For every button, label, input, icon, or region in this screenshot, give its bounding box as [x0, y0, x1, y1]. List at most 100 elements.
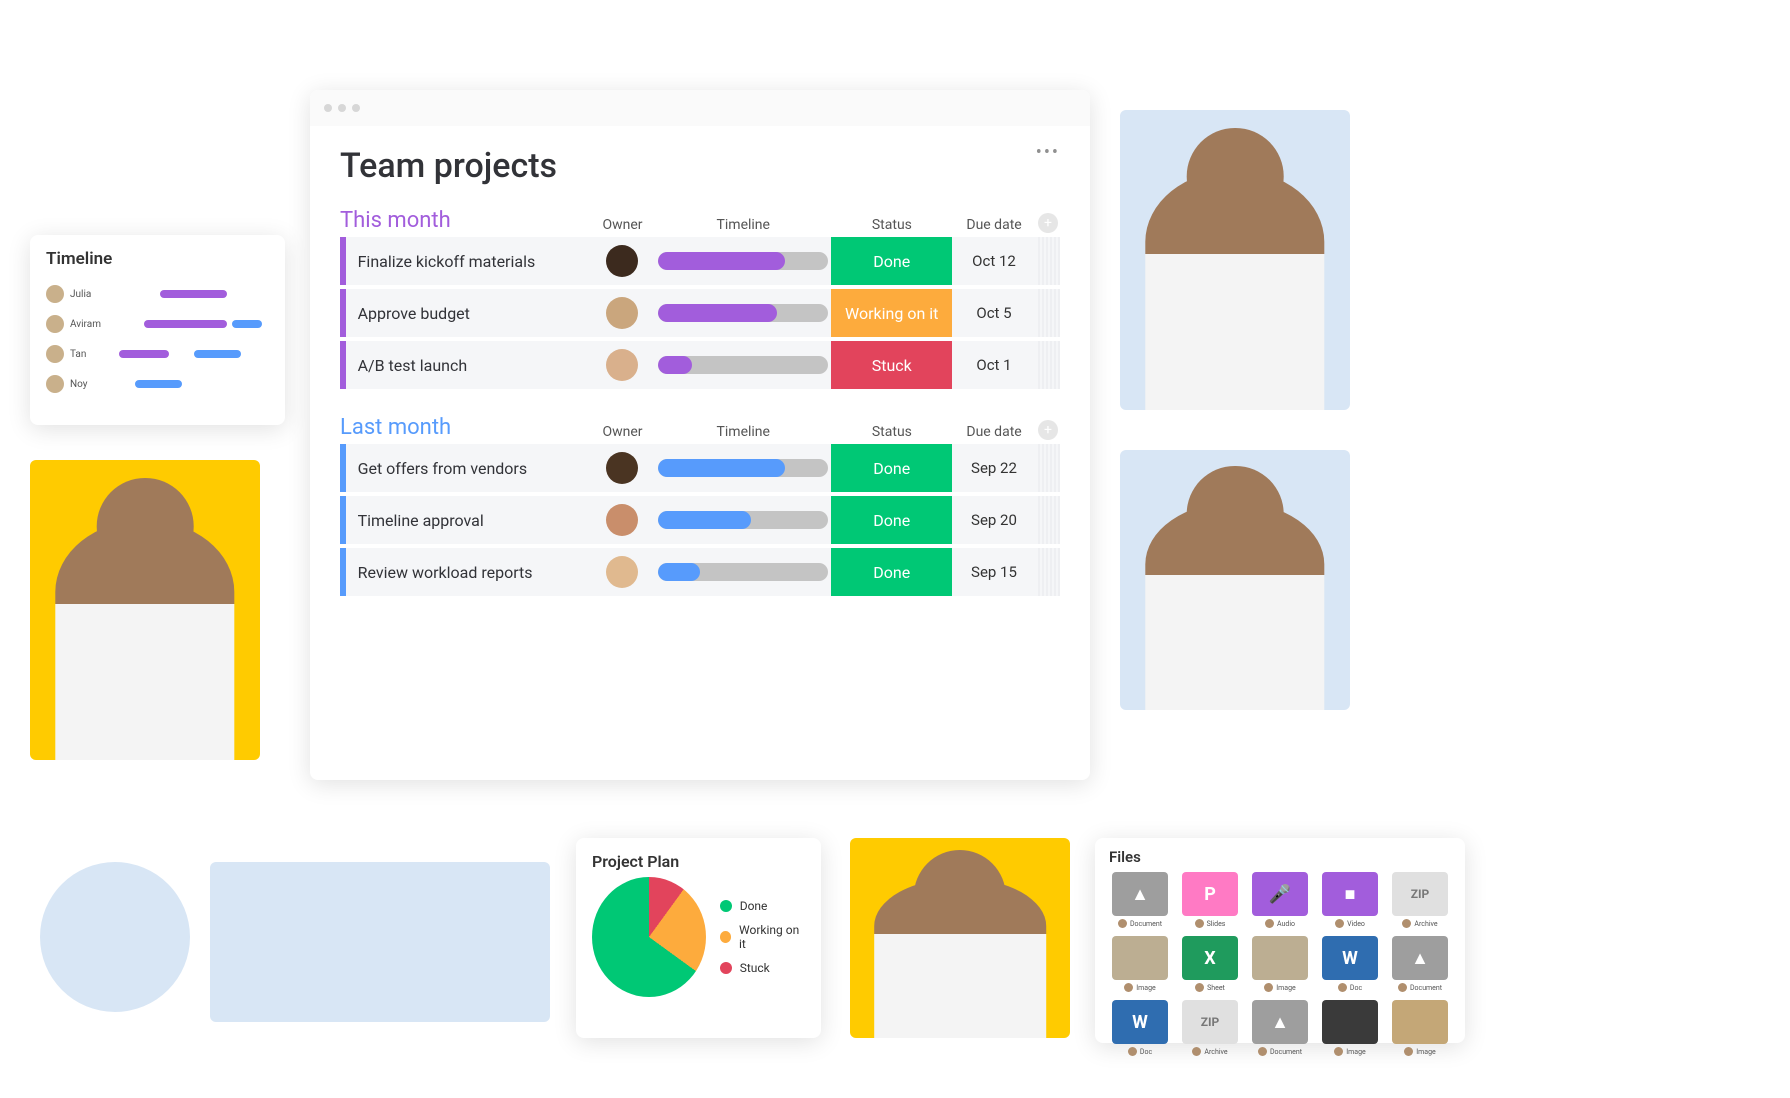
status-cell[interactable]: Done: [831, 548, 952, 596]
file-item[interactable]: ▲ Document: [1109, 872, 1171, 928]
file-meta: Image: [1404, 1047, 1436, 1056]
file-item[interactable]: ZIP Archive: [1389, 872, 1451, 928]
task-row[interactable]: Timeline approval Done Sep 20: [340, 496, 1060, 544]
file-thumbnail: ■: [1322, 872, 1378, 916]
task-name-cell[interactable]: Finalize kickoff materials: [346, 252, 590, 271]
file-item[interactable]: Image: [1319, 1000, 1381, 1056]
progress-bar: [658, 459, 828, 477]
file-item[interactable]: ▲ Document: [1249, 1000, 1311, 1056]
group-title[interactable]: Last month: [340, 415, 590, 440]
progress-fill: [658, 304, 777, 322]
avatar: [606, 349, 638, 381]
timeline-cell[interactable]: [655, 563, 832, 581]
status-cell[interactable]: Done: [831, 444, 952, 492]
task-row[interactable]: Get offers from vendors Done Sep 22: [340, 444, 1060, 492]
timeline-row-name: Noy: [70, 379, 102, 390]
file-item[interactable]: W Doc: [1109, 1000, 1171, 1056]
column-header-status[interactable]: Status: [832, 424, 953, 440]
file-item[interactable]: ZIP Archive: [1179, 1000, 1241, 1056]
task-name-cell[interactable]: A/B test launch: [346, 356, 590, 375]
person-tile: [850, 838, 1070, 1038]
task-name-cell[interactable]: Review workload reports: [346, 563, 590, 582]
file-item[interactable]: X Sheet: [1179, 936, 1241, 992]
due-date-cell[interactable]: Oct 12: [952, 252, 1036, 270]
status-cell[interactable]: Working on it: [831, 289, 952, 337]
row-tail: [1036, 237, 1060, 285]
avatar: [1335, 919, 1344, 928]
owner-cell[interactable]: [590, 504, 655, 536]
progress-fill: [658, 252, 786, 270]
file-item[interactable]: ■ Video: [1319, 872, 1381, 928]
task-row[interactable]: A/B test launch Stuck Oct 1: [340, 341, 1060, 389]
progress-fill: [658, 356, 692, 374]
add-column-button[interactable]: +: [1036, 420, 1060, 440]
task-name-cell[interactable]: Get offers from vendors: [346, 459, 590, 478]
legend-item: Stuck: [720, 961, 805, 975]
due-date-cell[interactable]: Sep 22: [952, 459, 1036, 477]
timeline-row-name: Julia: [70, 289, 102, 300]
avatar: [1264, 983, 1273, 992]
column-header-timeline[interactable]: Timeline: [655, 217, 831, 233]
timeline-row-name: Tan: [70, 349, 102, 360]
timeline-bar: [119, 350, 169, 358]
owner-cell[interactable]: [590, 297, 655, 329]
owner-cell[interactable]: [590, 245, 655, 277]
status-cell[interactable]: Stuck: [831, 341, 952, 389]
file-item[interactable]: 🎤 Audio: [1249, 872, 1311, 928]
group-header: This month Owner Timeline Status Due dat…: [340, 208, 1060, 233]
row-tail: [1036, 548, 1060, 596]
avatar: [606, 245, 638, 277]
avatar: [46, 315, 64, 333]
add-column-button[interactable]: +: [1036, 213, 1060, 233]
file-item[interactable]: Image: [1109, 936, 1171, 992]
avatar: [46, 285, 64, 303]
column-header-due[interactable]: Due date: [952, 424, 1036, 440]
file-item[interactable]: P Slides: [1179, 872, 1241, 928]
due-date-cell[interactable]: Oct 5: [952, 304, 1036, 322]
due-date-cell[interactable]: Sep 20: [952, 511, 1036, 529]
file-item[interactable]: W Doc: [1319, 936, 1381, 992]
file-meta: Video: [1335, 919, 1365, 928]
task-row[interactable]: Approve budget Working on it Oct 5: [340, 289, 1060, 337]
avatar: [1402, 919, 1411, 928]
row-tail: [1036, 496, 1060, 544]
file-item[interactable]: Image: [1249, 936, 1311, 992]
file-thumbnail: [1252, 936, 1308, 980]
timeline-bar: [232, 320, 262, 328]
task-name-cell[interactable]: Timeline approval: [346, 511, 590, 530]
due-date-cell[interactable]: Sep 15: [952, 563, 1036, 581]
column-header-timeline[interactable]: Timeline: [655, 424, 831, 440]
task-row[interactable]: Review workload reports Done Sep 15: [340, 548, 1060, 596]
more-options-button[interactable]: •••: [1036, 142, 1060, 163]
timeline-cell[interactable]: [655, 459, 832, 477]
timeline-row-name: Aviram: [70, 319, 102, 330]
timeline-cell[interactable]: [655, 356, 832, 374]
avatar: [1118, 919, 1127, 928]
column-header-owner[interactable]: Owner: [590, 424, 655, 440]
due-date-cell[interactable]: Oct 1: [952, 356, 1036, 374]
task-name-cell[interactable]: Approve budget: [346, 304, 590, 323]
progress-bar: [658, 356, 828, 374]
timeline-row: Noy: [46, 369, 269, 399]
avatar: [1195, 983, 1204, 992]
file-meta: Document: [1398, 983, 1442, 992]
timeline-track: [102, 320, 269, 328]
status-cell[interactable]: Done: [831, 237, 952, 285]
timeline-cell[interactable]: [655, 304, 832, 322]
group-title[interactable]: This month: [340, 208, 590, 233]
task-row[interactable]: Finalize kickoff materials Done Oct 12: [340, 237, 1060, 285]
column-header-status[interactable]: Status: [832, 217, 953, 233]
avatar: [606, 297, 638, 329]
timeline-cell[interactable]: [655, 252, 832, 270]
owner-cell[interactable]: [590, 452, 655, 484]
file-thumbnail: 🎤: [1252, 872, 1308, 916]
avatar: [46, 345, 64, 363]
file-item[interactable]: Image: [1389, 1000, 1451, 1056]
file-item[interactable]: ▲ Document: [1389, 936, 1451, 992]
column-header-owner[interactable]: Owner: [590, 217, 655, 233]
owner-cell[interactable]: [590, 556, 655, 588]
column-header-due[interactable]: Due date: [952, 217, 1036, 233]
status-cell[interactable]: Done: [831, 496, 952, 544]
timeline-cell[interactable]: [655, 511, 832, 529]
owner-cell[interactable]: [590, 349, 655, 381]
